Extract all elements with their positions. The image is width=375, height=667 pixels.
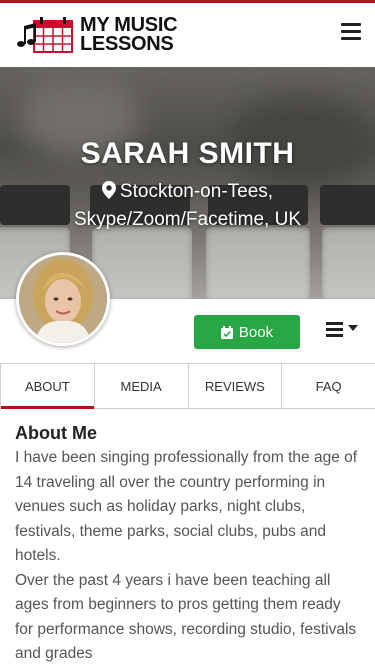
book-button-label: Book — [238, 323, 274, 341]
logo-wordmark: MY MUSIC LESSONS — [80, 15, 178, 55]
about-paragraph-1: I have been singing professionally from … — [15, 449, 358, 564]
location-line-1: Stockton-on-Tees, — [119, 181, 274, 202]
teacher-name: SARAH SMITH — [80, 137, 295, 170]
tab-media[interactable]: MEDIA — [95, 364, 189, 408]
site-logo[interactable]: MY MUSIC LESSONS — [16, 15, 178, 55]
map-pin-icon — [101, 181, 116, 199]
avatar-photo — [19, 255, 107, 343]
caret-down-icon — [348, 325, 358, 331]
tab-about[interactable]: ABOUT — [0, 364, 95, 409]
teacher-location: Stockton-on-Tees, Skype/Zoom/Facetime, U… — [0, 178, 375, 234]
logo-line-2: LESSONS — [80, 33, 174, 55]
book-button[interactable]: Book — [194, 315, 300, 349]
music-calendar-logo-icon — [17, 17, 73, 53]
site-header: MY MUSIC LESSONS — [0, 3, 375, 67]
hamburger-dropdown-icon — [326, 322, 343, 340]
calendar-check-icon — [220, 325, 233, 339]
tab-reviews-label: REVIEWS — [204, 378, 265, 394]
about-heading: About Me — [15, 423, 97, 443]
more-options-dropdown[interactable] — [326, 322, 366, 340]
tab-about-label: ABOUT — [24, 378, 70, 394]
tab-faq-label: FAQ — [315, 378, 342, 394]
tab-faq[interactable]: FAQ — [282, 364, 375, 408]
about-section: About Me I have been singing professiona… — [15, 423, 360, 667]
tab-media-label: MEDIA — [120, 378, 162, 394]
hamburger-icon[interactable] — [341, 23, 361, 41]
about-paragraph-2: Over the past 4 years i have been teachi… — [15, 571, 357, 663]
location-line-2: Skype/Zoom/Facetime, UK — [73, 209, 302, 230]
profile-tabs: ABOUT MEDIA REVIEWS FAQ — [0, 363, 375, 409]
teacher-avatar — [16, 252, 110, 346]
tab-reviews[interactable]: REVIEWS — [189, 364, 283, 408]
